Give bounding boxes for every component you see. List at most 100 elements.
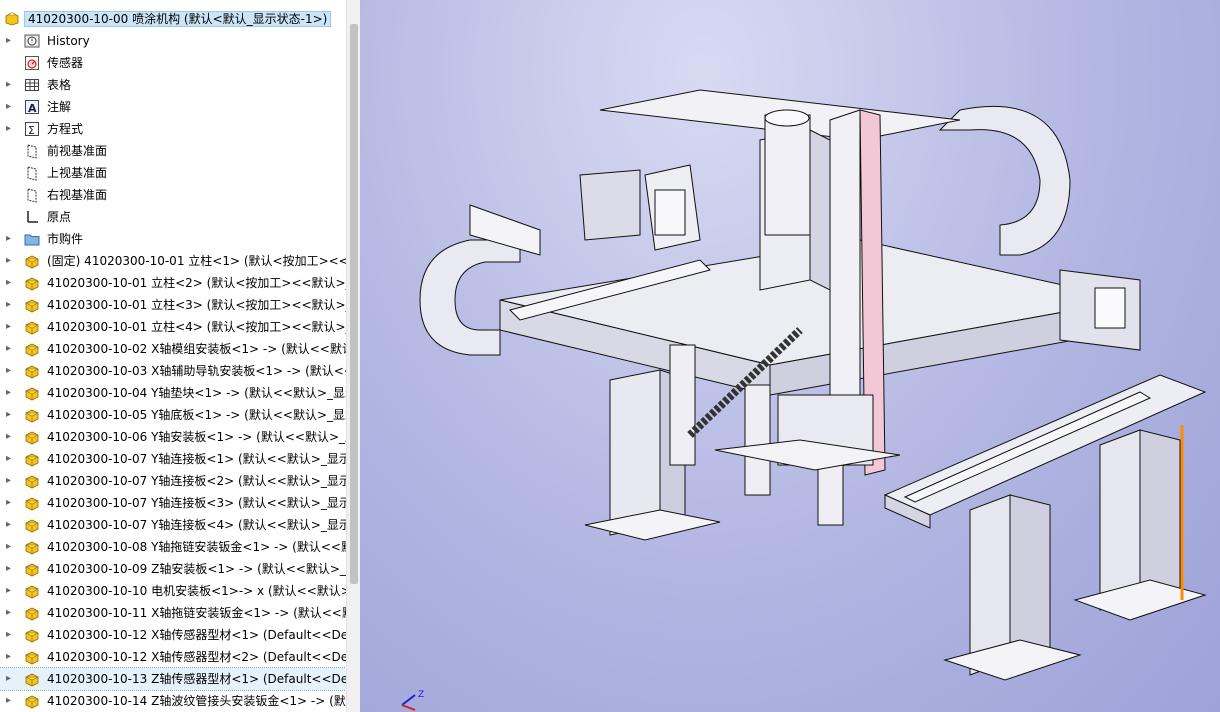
expand-arrow-icon[interactable]: ▸ (6, 651, 14, 663)
tree-item-label: History (47, 34, 90, 48)
tree-item[interactable]: ▸ 表格 (0, 74, 346, 96)
tree-item[interactable]: ▸ 市购件 (0, 228, 346, 250)
tree-item-label: 41020300-10-12 X轴传感器型材<2> (Default<<Defa (47, 650, 346, 664)
part-icon (24, 517, 40, 533)
plane-icon (24, 143, 40, 159)
tree-scrollbar[interactable] (346, 0, 361, 712)
expand-arrow-icon[interactable]: ▸ (6, 563, 14, 575)
tree-item-label: 原点 (47, 210, 72, 224)
tree-item[interactable]: ▸ 41020300-10-05 Y轴底板<1> -> (默认<<默认>_显示 (0, 404, 346, 426)
expand-arrow-icon[interactable]: ▸ (6, 365, 14, 377)
tree-item-label: 右视基准面 (47, 188, 108, 202)
part-icon (24, 429, 40, 445)
tree-item[interactable]: ▸ History (0, 30, 346, 52)
tree-item[interactable]: ▸ 41020300-10-07 Y轴连接板<2> (默认<<默认>_显示状 (0, 470, 346, 492)
origin-icon (24, 209, 40, 225)
expand-arrow-icon[interactable]: ▸ (6, 123, 14, 135)
svg-text:A: A (28, 102, 37, 115)
folder-icon (24, 231, 40, 247)
tree-item[interactable]: ▸ 41020300-10-08 Y轴拖链安装钣金<1> -> (默认<<默 (0, 536, 346, 558)
expand-arrow-icon[interactable]: ▸ (6, 629, 14, 641)
tree-item-label: 41020300-10-08 Y轴拖链安装钣金<1> -> (默认<<默 (47, 540, 346, 554)
expand-arrow-icon[interactable]: ▸ (6, 453, 14, 465)
tree-item[interactable]: ▸ 41020300-10-01 立柱<2> (默认<按加工><<默认>_显 (0, 272, 346, 294)
sensor-icon (24, 55, 40, 71)
tree-item-label: 前视基准面 (47, 144, 108, 158)
tree-item-label: 41020300-10-11 X轴拖链安装钣金<1> -> (默认<<默 (47, 606, 346, 620)
tree-item[interactable]: ▸ (固定) 41020300-10-01 立柱<1> (默认<按加工><<默 (0, 250, 346, 272)
tree-item[interactable]: ▸ 41020300-10-12 X轴传感器型材<2> (Default<<Def… (0, 646, 346, 668)
tree-item[interactable]: 原点 (0, 206, 346, 228)
tree-item[interactable]: ▸ Σ 方程式 (0, 118, 346, 140)
part-icon (24, 451, 40, 467)
part-icon (24, 297, 40, 313)
feature-manager-tree[interactable]: 41020300-10-00 喷涂机构 (默认<默认_显示状态-1>) ▸ Hist… (0, 0, 346, 712)
expand-arrow-icon[interactable]: ▸ (6, 673, 14, 685)
tree-item[interactable]: ▸ 41020300-10-07 Y轴连接板<3> (默认<<默认>_显示状 (0, 492, 346, 514)
expand-arrow-icon[interactable]: ▸ (6, 277, 14, 289)
tree-item[interactable]: 右视基准面 (0, 184, 346, 206)
tree-item-label: 注解 (47, 100, 72, 114)
expand-arrow-icon[interactable]: ▸ (6, 519, 14, 531)
tree-item[interactable]: ▸ 41020300-10-06 Y轴安装板<1> -> (默认<<默认>_显 (0, 426, 346, 448)
expand-arrow-icon[interactable]: ▸ (6, 35, 14, 47)
tree-item[interactable]: 上视基准面 (0, 162, 346, 184)
tree-item[interactable]: ▸ 41020300-10-03 X轴辅助导轨安装板<1> -> (默认<<默 (0, 360, 346, 382)
part-icon (24, 319, 40, 335)
tree-item-label: 41020300-10-10 电机安装板<1>-> x (默认<<默认>_ (47, 584, 346, 598)
tree-item[interactable]: ▸ 41020300-10-12 X轴传感器型材<1> (Default<<Def… (0, 624, 346, 646)
expand-arrow-icon[interactable]: ▸ (6, 541, 14, 553)
expand-arrow-icon[interactable]: ▸ (6, 299, 14, 311)
expand-arrow-icon[interactable]: ▸ (6, 255, 14, 267)
tree-item-label: 41020300-10-02 X轴模组安装板<1> -> (默认<<默认 (47, 342, 346, 356)
scrollbar-thumb[interactable] (350, 24, 358, 584)
expand-arrow-icon[interactable]: ▸ (6, 497, 14, 509)
plane-icon (24, 165, 40, 181)
graphics-viewport[interactable]: Z (360, 0, 1220, 712)
expand-arrow-icon[interactable]: ▸ (6, 101, 14, 113)
plane-icon (24, 187, 40, 203)
part-icon (24, 649, 40, 665)
tree-item[interactable]: ▸ 41020300-10-14 Z轴波纹管接头安装钣金<1> -> (默认 (0, 690, 346, 712)
expand-arrow-icon[interactable]: ▸ (6, 431, 14, 443)
history-icon (24, 33, 40, 49)
part-icon (24, 275, 40, 291)
svg-text:Σ: Σ (28, 124, 35, 137)
expand-arrow-icon[interactable]: ▸ (6, 79, 14, 91)
tree-item-label: 41020300-10-05 Y轴底板<1> -> (默认<<默认>_显示 (47, 408, 346, 422)
expand-arrow-icon[interactable]: ▸ (6, 409, 14, 421)
expand-arrow-icon[interactable]: ▸ (6, 387, 14, 399)
part-icon (24, 495, 40, 511)
tree-item[interactable]: ▸ 41020300-10-07 Y轴连接板<1> (默认<<默认>_显示状 (0, 448, 346, 470)
tree-item[interactable]: ▸ 41020300-10-01 立柱<4> (默认<按加工><<默认>_显 (0, 316, 346, 338)
expand-arrow-icon[interactable]: ▸ (6, 695, 14, 707)
tree-item[interactable]: ▸ 41020300-10-01 立柱<3> (默认<按加工><<默认>_显 (0, 294, 346, 316)
tree-item[interactable]: ▸ 41020300-10-04 Y轴垫块<1> -> (默认<<默认>_显示 (0, 382, 346, 404)
tree-item[interactable]: 传感器 (0, 52, 346, 74)
table-icon (24, 77, 40, 93)
expand-arrow-icon[interactable]: ▸ (6, 607, 14, 619)
expand-arrow-icon[interactable]: ▸ (6, 233, 14, 245)
tree-item[interactable]: ▸ A 注解 (0, 96, 346, 118)
tree-item[interactable]: 前视基准面 (0, 140, 346, 162)
tree-item[interactable]: ▸ 41020300-10-09 Z轴安装板<1> -> (默认<<默认>_显 (0, 558, 346, 580)
expand-arrow-icon[interactable]: ▸ (6, 475, 14, 487)
coordinate-triad-icon: Z (401, 690, 424, 711)
part-icon (24, 561, 40, 577)
tree-item-label: 表格 (47, 78, 72, 92)
tree-item-label: 41020300-10-04 Y轴垫块<1> -> (默认<<默认>_显示 (47, 386, 346, 400)
tree-item[interactable]: ▸ 41020300-10-11 X轴拖链安装钣金<1> -> (默认<<默 (0, 602, 346, 624)
tree-item[interactable]: ▸ 41020300-10-07 Y轴连接板<4> (默认<<默认>_显示状 (0, 514, 346, 536)
expand-arrow-icon[interactable]: ▸ (6, 343, 14, 355)
part-icon (24, 341, 40, 357)
tree-item[interactable]: ▸ 41020300-10-13 Z轴传感器型材<1> (Default<<Def… (0, 667, 346, 691)
part-icon (24, 583, 40, 599)
tree-item-label: 41020300-10-07 Y轴连接板<1> (默认<<默认>_显示状 (47, 452, 346, 466)
tree-item-label: 41020300-10-07 Y轴连接板<4> (默认<<默认>_显示状 (47, 518, 346, 532)
tree-item[interactable]: ▸ 41020300-10-02 X轴模组安装板<1> -> (默认<<默认 (0, 338, 346, 360)
expand-arrow-icon[interactable]: ▸ (6, 585, 14, 597)
tree-item-label: 41020300-10-09 Z轴安装板<1> -> (默认<<默认>_显 (47, 562, 346, 576)
tree-item[interactable]: ▸ 41020300-10-10 电机安装板<1>-> x (默认<<默认>_ (0, 580, 346, 602)
tree-root-assembly[interactable]: 41020300-10-00 喷涂机构 (默认<默认_显示状态-1>) (0, 6, 346, 30)
expand-arrow-icon[interactable]: ▸ (6, 321, 14, 333)
